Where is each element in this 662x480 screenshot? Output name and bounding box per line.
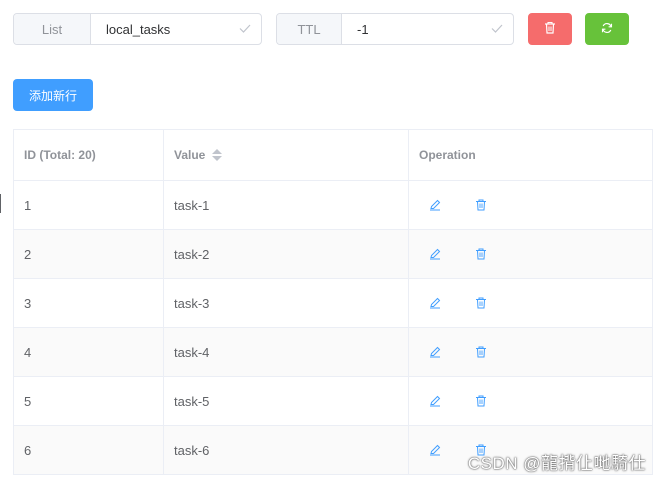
list-key-field[interactable]: List local_tasks <box>13 13 262 45</box>
ttl-input[interactable]: -1 <box>342 14 513 44</box>
table-row: 3 task-3 <box>14 279 653 328</box>
watermark: CSDN @龍揹仩哋騎仕 <box>467 454 646 473</box>
cell-value: task-3 <box>164 279 409 328</box>
cell-value: task-2 <box>164 230 409 279</box>
column-header-operation: Operation <box>409 130 653 181</box>
cell-operation <box>409 181 653 230</box>
list-label: List <box>14 14 91 44</box>
column-header-value-label: Value <box>174 148 206 162</box>
table-row: 4 task-4 <box>14 328 653 377</box>
list-table: ID (Total: 20) Value Operation 1 task-1 2 t… <box>13 129 653 475</box>
list-key-value: local_tasks <box>106 21 171 37</box>
delete-row-icon[interactable] <box>473 197 489 213</box>
delete-row-icon[interactable] <box>473 246 489 262</box>
delete-key-button[interactable] <box>528 13 572 45</box>
column-header-id: ID (Total: 20) <box>14 130 164 181</box>
delete-row-icon[interactable] <box>473 295 489 311</box>
cell-id: 3 <box>14 279 164 328</box>
sort-caret-icon[interactable] <box>212 149 223 161</box>
cell-id: 6 <box>14 426 164 475</box>
cell-value: task-4 <box>164 328 409 377</box>
cell-operation <box>409 377 653 426</box>
ttl-field[interactable]: TTL -1 <box>276 13 514 45</box>
column-header-value[interactable]: Value <box>164 130 409 181</box>
add-row-button[interactable]: 添加新行 <box>13 79 93 111</box>
cell-id: 5 <box>14 377 164 426</box>
cell-operation <box>409 279 653 328</box>
table-row: 5 task-5 <box>14 377 653 426</box>
text-cursor <box>0 194 1 213</box>
edit-icon[interactable] <box>427 295 443 311</box>
edit-icon[interactable] <box>427 246 443 262</box>
delete-row-icon[interactable] <box>473 393 489 409</box>
cell-id: 4 <box>14 328 164 377</box>
refresh-icon <box>601 22 613 37</box>
cell-value: task-6 <box>164 426 409 475</box>
edit-icon[interactable] <box>427 344 443 360</box>
cell-operation <box>409 328 653 377</box>
edit-icon[interactable] <box>427 393 443 409</box>
trash-icon <box>544 21 556 37</box>
list-key-input[interactable]: local_tasks <box>91 14 261 44</box>
cell-id: 1 <box>14 181 164 230</box>
cell-value: task-1 <box>164 181 409 230</box>
delete-row-icon[interactable] <box>473 344 489 360</box>
edit-icon[interactable] <box>427 442 443 458</box>
table-row: 2 task-2 <box>14 230 653 279</box>
table-header: ID (Total: 20) Value Operation <box>14 130 653 181</box>
refresh-button[interactable] <box>585 13 629 45</box>
check-icon <box>239 22 251 37</box>
ttl-value: -1 <box>357 21 369 37</box>
ttl-label: TTL <box>277 14 342 44</box>
cell-operation <box>409 230 653 279</box>
table-body: 1 task-1 2 task-2 3 task-3 4 task-4 5 task-5 6 task… <box>14 181 653 475</box>
cell-value: task-5 <box>164 377 409 426</box>
edit-icon[interactable] <box>427 197 443 213</box>
cell-id: 2 <box>14 230 164 279</box>
check-icon <box>491 22 503 37</box>
table-row: 1 task-1 <box>14 181 653 230</box>
